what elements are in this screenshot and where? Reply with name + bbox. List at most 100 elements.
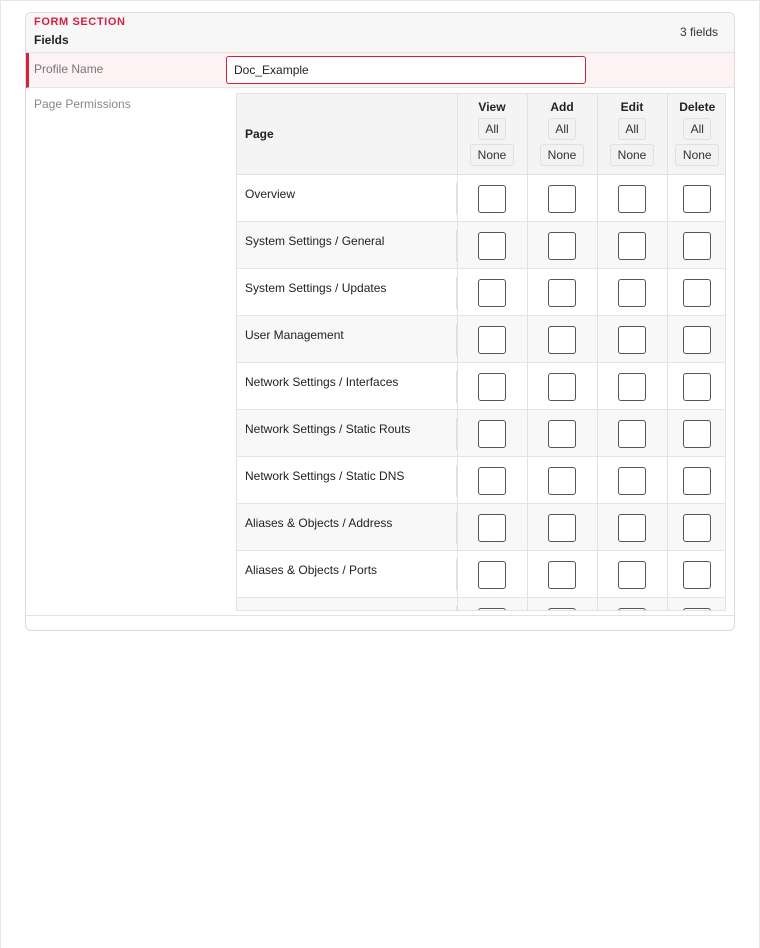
edit-all-button[interactable]: All xyxy=(618,118,646,140)
page-name-cell: User Management xyxy=(237,315,457,362)
edit-checkbox[interactable] xyxy=(618,326,646,354)
add-cell xyxy=(526,597,597,610)
edit-cell xyxy=(596,315,667,362)
table-row: System Settings / Updates xyxy=(237,268,725,315)
view-checkbox[interactable] xyxy=(478,608,506,610)
edit-checkbox[interactable] xyxy=(618,232,646,260)
edit-checkbox[interactable] xyxy=(618,420,646,448)
view-checkbox[interactable] xyxy=(478,514,506,542)
add-checkbox[interactable] xyxy=(548,467,576,495)
view-cell xyxy=(456,174,527,221)
page-name-cell: Network Settings / Interfaces xyxy=(237,362,457,409)
profile-name-input[interactable] xyxy=(226,56,586,84)
view-cell xyxy=(456,550,527,597)
page-name-label: System Settings / Updates xyxy=(245,280,387,295)
permissions-table-scroll[interactable]: Page View All None Add All None Edit All… xyxy=(236,93,726,611)
edit-none-button[interactable]: None xyxy=(610,144,654,166)
view-checkbox[interactable] xyxy=(478,326,506,354)
add-column-header: Add All None xyxy=(526,94,597,175)
edit-column-header: Edit All None xyxy=(596,94,667,175)
edit-cell xyxy=(596,174,667,221)
profile-name-label: Profile Name xyxy=(34,62,104,76)
add-checkbox[interactable] xyxy=(548,279,576,307)
add-checkbox[interactable] xyxy=(548,420,576,448)
view-checkbox[interactable] xyxy=(478,561,506,589)
delete-checkbox[interactable] xyxy=(683,232,712,260)
page-name-label: User Management xyxy=(245,327,344,342)
edit-cell xyxy=(596,362,667,409)
cell-divider xyxy=(455,276,457,309)
table-row: Network Settings / Static Routs xyxy=(237,409,725,456)
page-name-cell: System Settings / Updates xyxy=(237,268,457,315)
add-none-button[interactable]: None xyxy=(540,144,584,166)
page-name-label: Aliases & Objects / Ports xyxy=(245,562,378,577)
delete-checkbox[interactable] xyxy=(683,185,712,213)
view-cell xyxy=(456,409,527,456)
permissions-table: Page View All None Add All None Edit All… xyxy=(237,94,725,611)
add-cell xyxy=(526,268,597,315)
section-header: FORM SECTION Fields 3 fields xyxy=(26,13,734,53)
delete-column-title: Delete xyxy=(679,100,716,114)
page-name-cell: Rules & Policies / Proxy Certificates xyxy=(237,597,457,611)
view-cell xyxy=(456,503,527,550)
delete-checkbox[interactable] xyxy=(683,608,712,610)
view-column-title: View xyxy=(478,100,506,114)
add-checkbox[interactable] xyxy=(548,326,576,354)
edit-checkbox[interactable] xyxy=(618,561,646,589)
page-permissions-row: Page Permissions Page View All None Add … xyxy=(26,89,734,616)
add-cell xyxy=(526,221,597,268)
delete-checkbox[interactable] xyxy=(683,514,712,542)
view-cell xyxy=(456,597,527,610)
cell-divider xyxy=(455,558,457,591)
add-checkbox[interactable] xyxy=(548,608,576,610)
delete-cell xyxy=(666,409,725,456)
add-checkbox[interactable] xyxy=(548,373,576,401)
edit-checkbox[interactable] xyxy=(618,373,646,401)
delete-checkbox[interactable] xyxy=(683,561,712,589)
add-checkbox[interactable] xyxy=(548,185,576,213)
delete-cell xyxy=(666,315,725,362)
delete-cell xyxy=(666,362,725,409)
edit-cell xyxy=(596,503,667,550)
edit-checkbox[interactable] xyxy=(618,279,646,307)
edit-cell xyxy=(596,409,667,456)
view-column-header: View All None xyxy=(456,94,527,175)
delete-checkbox[interactable] xyxy=(683,279,712,307)
section-title: Fields xyxy=(34,33,69,47)
edit-cell xyxy=(596,550,667,597)
add-checkbox[interactable] xyxy=(548,561,576,589)
view-checkbox[interactable] xyxy=(478,185,506,213)
edit-checkbox[interactable] xyxy=(618,185,646,213)
view-none-button[interactable]: None xyxy=(470,144,514,166)
edit-checkbox[interactable] xyxy=(618,467,646,495)
edit-checkbox[interactable] xyxy=(618,514,646,542)
delete-cell xyxy=(666,597,725,610)
page-permissions-label: Page Permissions xyxy=(34,97,131,111)
delete-all-button[interactable]: All xyxy=(683,118,712,140)
view-checkbox[interactable] xyxy=(478,279,506,307)
delete-cell xyxy=(666,456,725,503)
view-cell xyxy=(456,456,527,503)
view-all-button[interactable]: All xyxy=(478,118,506,140)
delete-checkbox[interactable] xyxy=(683,326,712,354)
delete-checkbox[interactable] xyxy=(683,373,712,401)
view-checkbox[interactable] xyxy=(478,232,506,260)
view-checkbox[interactable] xyxy=(478,467,506,495)
delete-none-button[interactable]: None xyxy=(675,144,720,166)
delete-checkbox[interactable] xyxy=(683,467,712,495)
delete-checkbox[interactable] xyxy=(683,420,712,448)
page-name-label: Aliases & Objects / Address xyxy=(245,515,393,530)
delete-column-header: Delete All None xyxy=(666,94,725,175)
page-name-label: Rules & Policies / Proxy Certificates xyxy=(245,610,436,611)
edit-checkbox[interactable] xyxy=(618,608,646,610)
view-checkbox[interactable] xyxy=(478,373,506,401)
add-checkbox[interactable] xyxy=(548,514,576,542)
delete-cell xyxy=(666,174,725,221)
edit-cell xyxy=(596,221,667,268)
table-row: Rules & Policies / Proxy Certificates xyxy=(237,597,725,611)
add-checkbox[interactable] xyxy=(548,232,576,260)
field-count: 3 fields xyxy=(679,25,718,39)
add-all-button[interactable]: All xyxy=(548,118,576,140)
view-checkbox[interactable] xyxy=(478,420,506,448)
view-cell xyxy=(456,362,527,409)
